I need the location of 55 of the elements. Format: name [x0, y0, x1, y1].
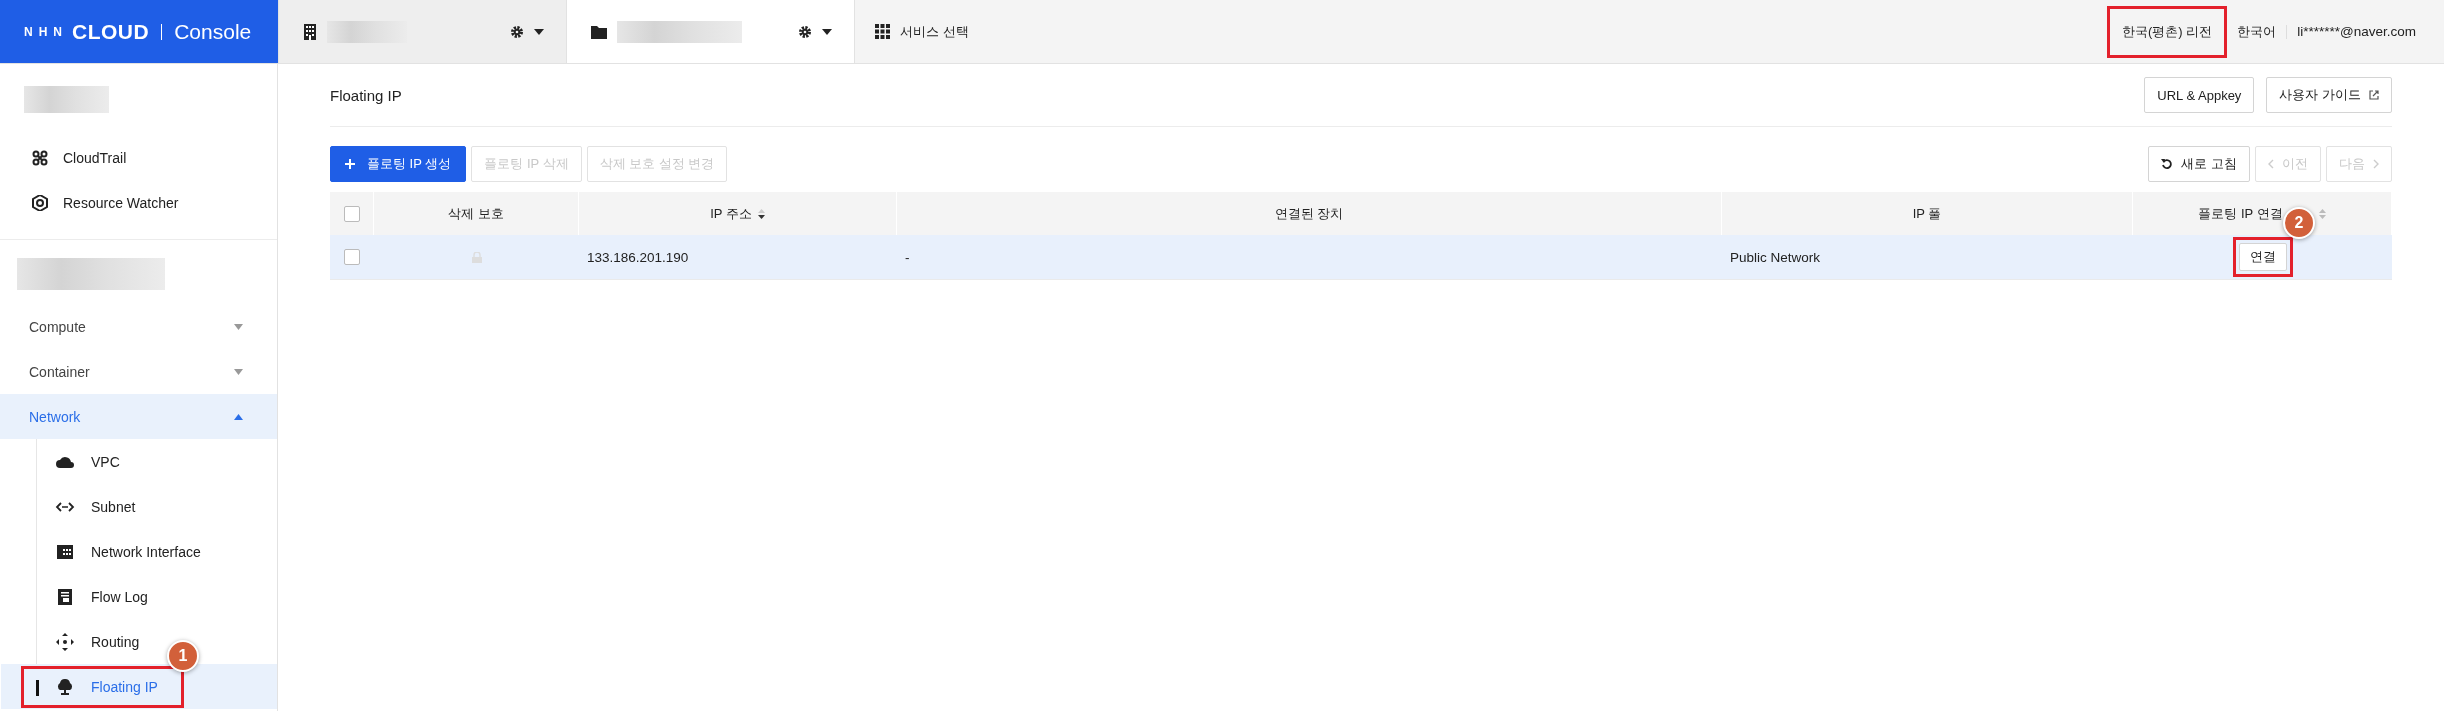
plus-icon	[345, 159, 355, 169]
caret-icon	[534, 28, 544, 35]
caret-icon	[822, 28, 832, 35]
link-button[interactable]: 사용자 가이드	[2266, 77, 2392, 113]
settings-icon	[510, 24, 524, 39]
context-tab[interactable]	[278, 0, 566, 63]
sidebar-category[interactable]: Container	[0, 349, 277, 394]
table-cell: -	[897, 235, 1722, 279]
caret-icon	[234, 413, 243, 420]
sidebar-item[interactable]: Network Interface	[55, 543, 201, 560]
code-icon	[55, 500, 75, 513]
folder-icon	[591, 24, 607, 39]
row-checkbox[interactable]	[344, 249, 360, 265]
nodes-icon	[32, 149, 48, 166]
refresh-icon	[2161, 158, 2174, 170]
region-selector[interactable]: 한국(평촌) 리전	[2106, 5, 2228, 58]
table-cell: 133.186.201.190	[579, 235, 897, 279]
sort-icon	[2318, 208, 2326, 219]
service-select-button[interactable]: 서비스 선택	[854, 0, 989, 63]
card-icon	[55, 544, 75, 559]
action-button[interactable]: 플로팅 IP 생성	[330, 146, 467, 182]
cloud-icon	[55, 455, 75, 468]
hexagon-icon	[32, 194, 48, 211]
logo[interactable]: NHN CLOUD Console	[0, 0, 278, 63]
chevron-right-icon	[2373, 159, 2379, 169]
selection-bar	[36, 680, 39, 696]
sidebar-category[interactable]: Compute	[0, 304, 277, 349]
sort-icon	[757, 208, 765, 219]
sidebar-item[interactable]: CloudTrail	[0, 135, 277, 180]
settings-icon	[798, 24, 812, 39]
link-button[interactable]: URL & Appkey	[2144, 77, 2255, 113]
chevron-left-icon	[2268, 159, 2274, 169]
nav-button[interactable]: 새로 고침	[2148, 146, 2250, 182]
sidebar-item[interactable]: Resource Watcher	[0, 180, 277, 225]
document-icon	[55, 588, 75, 605]
table-cell: Public Network	[1722, 235, 2133, 279]
building-icon	[303, 23, 317, 40]
sidebar-item[interactable]: Subnet	[55, 498, 136, 515]
sidebar-item[interactable]: Floating IP	[55, 678, 158, 695]
context-tab[interactable]	[566, 0, 854, 63]
grid-icon	[875, 24, 890, 39]
connect-button[interactable]: 연결	[2238, 243, 2287, 271]
page-title: Floating IP	[330, 86, 402, 104]
sidebar-category[interactable]: Network	[0, 394, 277, 439]
account-menu[interactable]: li*******@naver.com	[2287, 24, 2444, 39]
sidebar-item[interactable]: VPC	[55, 453, 120, 470]
tree-icon	[55, 678, 75, 695]
sidebar-item[interactable]: Routing	[55, 632, 140, 651]
caret-icon	[234, 323, 243, 330]
caret-icon	[234, 368, 243, 375]
select-all-checkbox[interactable]	[343, 205, 360, 222]
callout-badge: 1	[167, 640, 199, 672]
arrows-icon	[55, 632, 75, 651]
language-selector[interactable]: 한국어	[2227, 22, 2287, 41]
sidebar-item[interactable]: Flow Log	[55, 588, 148, 605]
